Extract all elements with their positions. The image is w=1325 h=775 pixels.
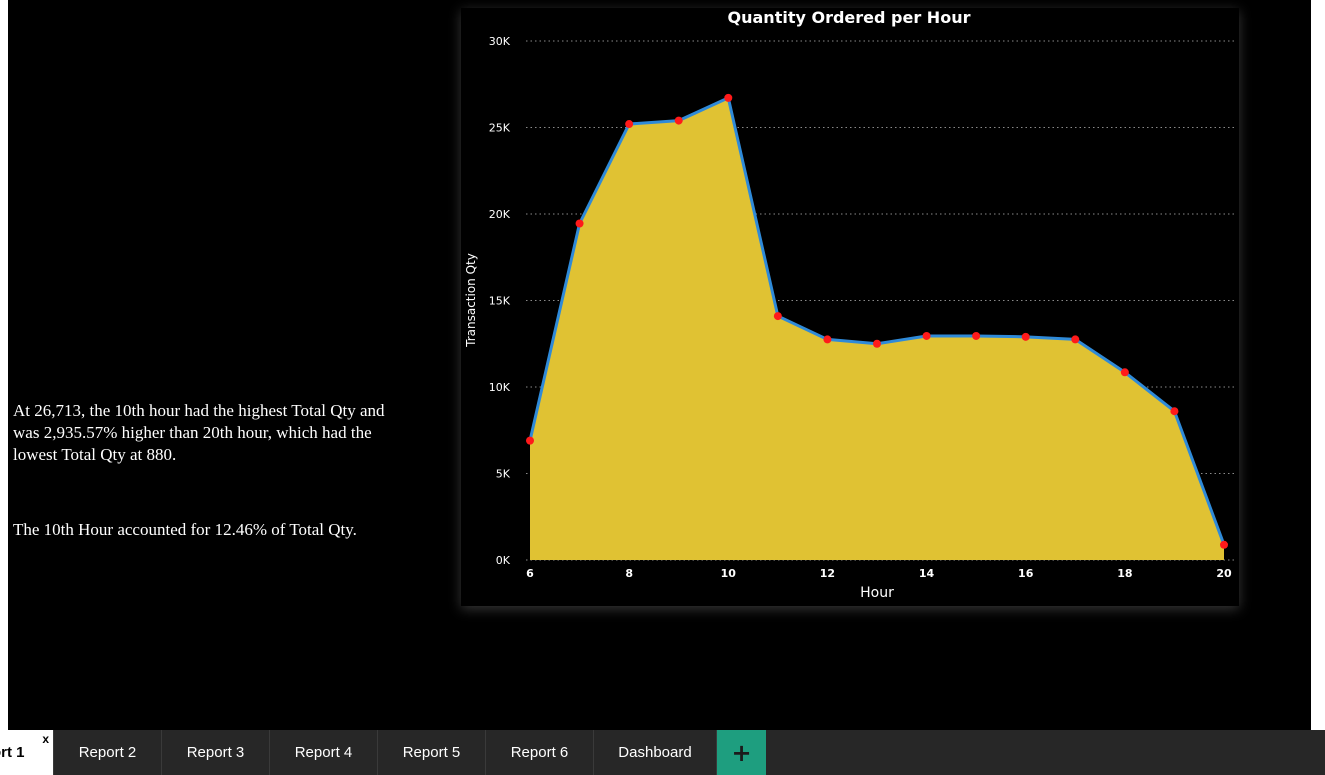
data-point[interactable] xyxy=(724,93,733,102)
data-point[interactable] xyxy=(1170,407,1179,416)
chart-title: Quantity Ordered per Hour xyxy=(728,8,971,27)
y-tick-label: 25K xyxy=(489,122,511,135)
y-tick-label: 10K xyxy=(489,381,511,394)
area-chart-visual[interactable]: Quantity Ordered per Hour 0K 5K 10K 15K 20K 2… xyxy=(461,8,1239,606)
x-tick-label: 18 xyxy=(1117,567,1132,580)
y-tick-label: 5K xyxy=(496,468,511,481)
left-page-border xyxy=(0,0,8,730)
report-tab-bar: ort 1 x Report 2 Report 3 Report 4 Repor… xyxy=(0,730,1325,775)
add-page-button[interactable]: + xyxy=(717,730,766,775)
x-tick-label: 8 xyxy=(625,567,633,580)
right-page-border xyxy=(1311,0,1325,730)
data-point[interactable] xyxy=(625,120,634,129)
y-tick-label: 15K xyxy=(489,295,511,308)
tab-report-5[interactable]: Report 5 xyxy=(378,730,486,775)
tab-label: Report 2 xyxy=(78,744,137,761)
tab-report-4[interactable]: Report 4 xyxy=(270,730,378,775)
x-tick-label: 10 xyxy=(721,567,737,580)
tab-report-3[interactable]: Report 3 xyxy=(162,730,270,775)
narrative-paragraph-2: The 10th Hour accounted for 12.46% of To… xyxy=(13,520,357,539)
x-axis-title: Hour xyxy=(860,585,894,601)
data-point[interactable] xyxy=(526,436,534,445)
data-point[interactable] xyxy=(1021,332,1030,341)
plus-icon: + xyxy=(731,738,752,767)
data-point[interactable] xyxy=(823,335,832,344)
y-axis-title: Transaction Qty xyxy=(464,253,478,348)
tab-label: Report 5 xyxy=(402,744,461,761)
smart-narrative: At 26,713, the 10th hour had the highest… xyxy=(13,400,393,541)
tab-label: Report 6 xyxy=(510,744,569,761)
data-point[interactable] xyxy=(773,312,782,321)
x-tick-label: 6 xyxy=(526,567,534,580)
tab-dashboard[interactable]: Dashboard xyxy=(594,730,717,775)
data-point[interactable] xyxy=(1071,335,1080,344)
area-chart: Quantity Ordered per Hour 0K 5K 10K 15K 20K 2… xyxy=(464,8,1234,601)
tab-label: Dashboard xyxy=(618,744,692,761)
data-point[interactable] xyxy=(1120,368,1129,377)
x-tick-label: 16 xyxy=(1018,567,1034,580)
tab-report-1-label: ort 1 xyxy=(0,744,25,761)
data-point[interactable] xyxy=(922,331,931,340)
tab-report-1[interactable]: ort 1 x xyxy=(0,730,54,775)
narrative-paragraph-1: At 26,713, the 10th hour had the highest… xyxy=(13,401,385,464)
data-point[interactable] xyxy=(873,339,881,348)
tab-label: Report 3 xyxy=(186,744,245,761)
y-tick-label: 0K xyxy=(496,554,511,567)
data-point[interactable] xyxy=(674,116,683,125)
x-tick-label: 12 xyxy=(820,567,835,580)
y-tick-label: 30K xyxy=(489,35,511,48)
y-tick-label: 20K xyxy=(489,208,511,221)
x-tick-label: 20 xyxy=(1216,567,1232,580)
tab-report-6[interactable]: Report 6 xyxy=(486,730,594,775)
x-tick-label: 14 xyxy=(919,567,935,580)
tab-label: Report 4 xyxy=(294,744,353,761)
data-point[interactable] xyxy=(575,219,584,228)
area-fill xyxy=(530,97,1224,560)
close-icon[interactable]: x xyxy=(42,732,49,746)
data-point[interactable] xyxy=(972,331,981,340)
tab-report-2[interactable]: Report 2 xyxy=(54,730,162,775)
data-point[interactable] xyxy=(1220,540,1228,549)
